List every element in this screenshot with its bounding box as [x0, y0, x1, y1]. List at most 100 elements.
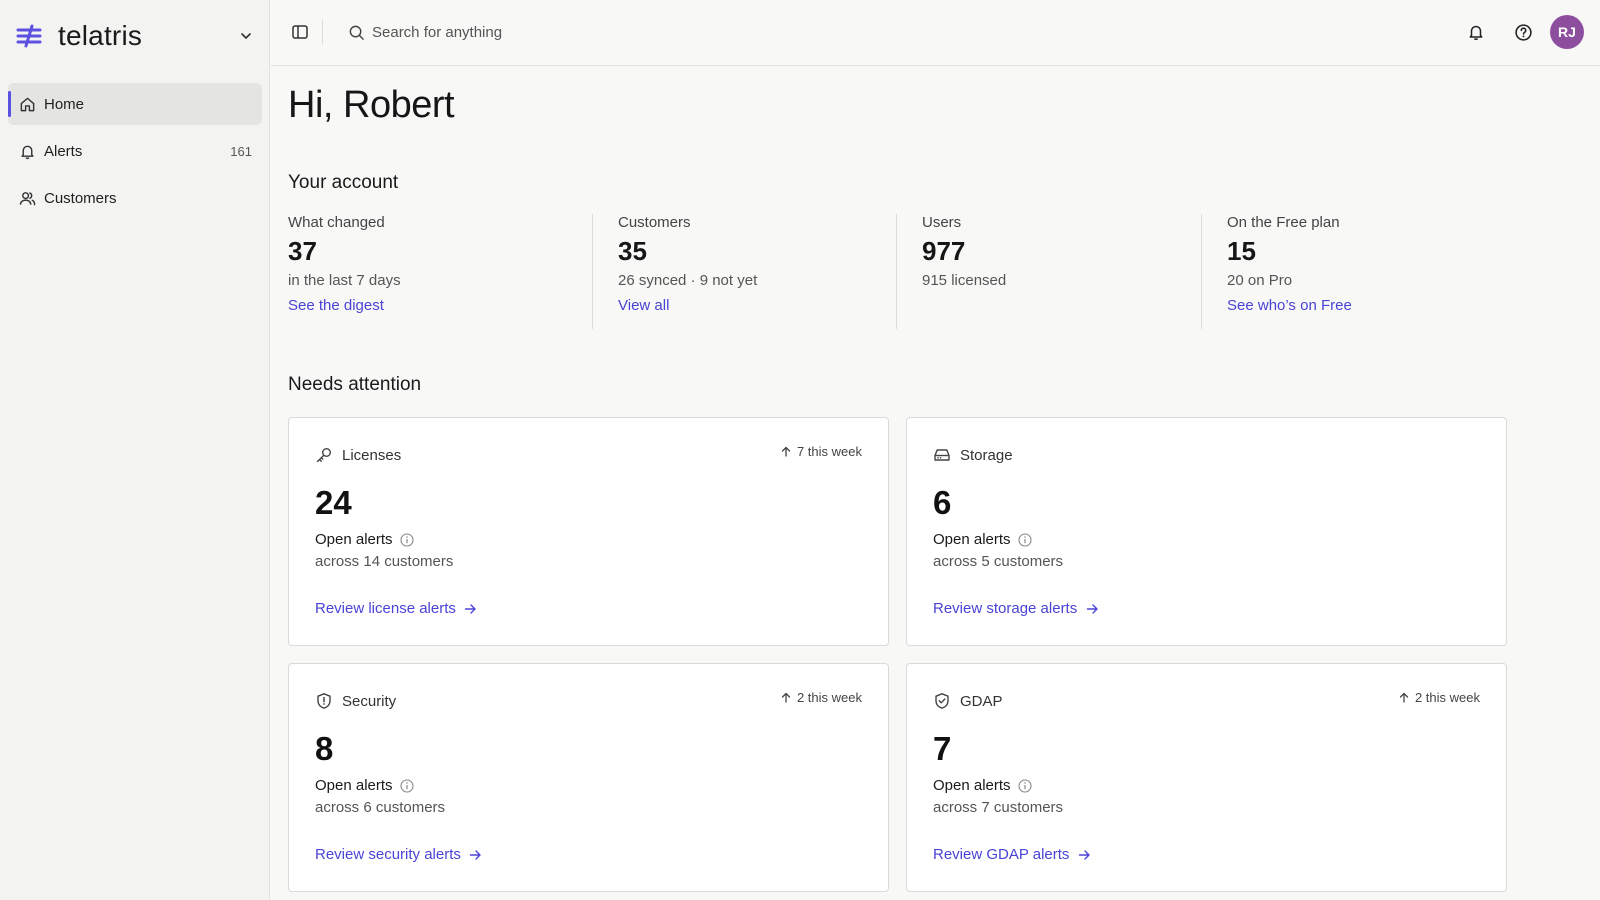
card-metric: Open alerts — [315, 531, 415, 548]
link-label: Review storage alerts — [933, 600, 1078, 617]
sidebar-item-customers[interactable]: Customers — [8, 177, 262, 219]
card-header: GDAP — [933, 690, 1003, 712]
search-input[interactable] — [372, 23, 732, 41]
avatar[interactable]: RJ — [1550, 15, 1584, 49]
shield-check-icon — [933, 692, 951, 710]
stat-label: Customers — [618, 214, 691, 231]
brand-name: telatris — [58, 20, 143, 51]
arrow-right-icon — [1077, 848, 1091, 862]
trend-indicator: 2 this week — [1398, 690, 1480, 705]
link-label: Review license alerts — [315, 600, 456, 617]
info-icon[interactable] — [400, 778, 415, 793]
stat-divider — [1201, 214, 1202, 329]
alert-count: 6 — [933, 484, 952, 521]
card-metric: Open alerts — [933, 531, 1033, 548]
review-security-alerts-link[interactable]: Review security alerts — [315, 846, 483, 863]
users-icon — [18, 189, 36, 207]
trend-label: 2 this week — [1414, 690, 1480, 705]
stat-users: Users 977 915 licensed — [922, 214, 1192, 329]
stat-subtext: 915 licensed — [922, 272, 1007, 289]
stat-value: 977 — [922, 236, 966, 266]
topbar: RJ — [271, 0, 1600, 66]
info-icon[interactable] — [1018, 778, 1033, 793]
metric-label: Open alerts — [933, 531, 1011, 548]
info-icon[interactable] — [1018, 532, 1033, 547]
card-metric: Open alerts — [315, 777, 415, 794]
help-icon[interactable] — [1512, 21, 1534, 43]
sidebar-toggle-icon[interactable] — [289, 21, 311, 43]
card-subtext: across 14 customers — [315, 553, 454, 570]
stat-what-changed: What changed 37 in the last 7 days See t… — [288, 214, 588, 329]
stat-subtext: 26 synced · 9 not yet — [618, 272, 758, 289]
metric-label: Open alerts — [933, 777, 1011, 794]
alert-count: 7 — [933, 730, 952, 767]
page-title: Hi, Robert — [288, 84, 455, 126]
arrow-up-icon — [1398, 692, 1410, 704]
shield-alert-icon — [315, 692, 333, 710]
stat-customers: Customers 35 26 synced · 9 not yet View … — [618, 214, 888, 329]
stat-free-plan: On the Free plan 15 20 on Pro See who’s … — [1227, 214, 1507, 329]
topbar-divider — [322, 20, 323, 44]
sidebar: telatris Home Alerts 161 Customers — [0, 0, 270, 900]
card-metric: Open alerts — [933, 777, 1033, 794]
stat-value: 35 — [618, 236, 647, 266]
sidebar-item-home[interactable]: Home — [8, 83, 262, 125]
review-license-alerts-link[interactable]: Review license alerts — [315, 600, 478, 617]
link-label: Review security alerts — [315, 846, 461, 863]
storage-icon — [933, 446, 951, 464]
arrow-right-icon — [469, 848, 483, 862]
view-all-customers-link[interactable]: View all — [618, 297, 888, 314]
card-header: Security — [315, 690, 396, 712]
arrow-right-icon — [1085, 602, 1099, 616]
stat-label: What changed — [288, 214, 385, 231]
key-icon — [315, 446, 333, 464]
alerts-count-badge: 161 — [230, 143, 252, 159]
sidebar-nav: Home Alerts 161 Customers — [8, 83, 262, 224]
card-security: Security 2 this week 8 Open alerts acros… — [288, 663, 889, 892]
trend-label: 2 this week — [796, 690, 862, 705]
card-header: Storage — [933, 444, 1013, 466]
see-free-plan-link[interactable]: See who’s on Free — [1227, 297, 1507, 314]
telatris-logo-icon — [16, 23, 42, 49]
card-category: GDAP — [960, 692, 1003, 710]
chevron-down-icon[interactable] — [236, 26, 256, 46]
account-stats: What changed 37 in the last 7 days See t… — [288, 214, 1508, 329]
trend-indicator: 7 this week — [780, 444, 862, 459]
info-icon[interactable] — [400, 532, 415, 547]
stat-subtext: 20 on Pro — [1227, 272, 1293, 289]
sidebar-item-label: Alerts — [44, 142, 83, 160]
sidebar-item-alerts[interactable]: Alerts 161 — [8, 130, 262, 172]
search-bar[interactable] — [347, 18, 747, 46]
arrow-up-icon — [780, 446, 792, 458]
arrow-right-icon — [464, 602, 478, 616]
metric-label: Open alerts — [315, 777, 393, 794]
card-subtext: across 5 customers — [933, 553, 1064, 570]
stat-divider — [896, 214, 897, 329]
bell-icon — [18, 142, 36, 160]
card-gdap: GDAP 2 this week 7 Open alerts across 7 … — [906, 663, 1507, 892]
card-subtext: across 6 customers — [315, 799, 446, 816]
card-storage: Storage 6 Open alerts across 5 customers… — [906, 417, 1507, 646]
stat-value: 15 — [1227, 236, 1256, 266]
card-licenses: Licenses 7 this week 24 Open alerts acro… — [288, 417, 889, 646]
search-icon — [347, 23, 365, 41]
sidebar-item-label: Home — [44, 95, 85, 113]
stat-value: 37 — [288, 236, 317, 266]
workspace-switcher[interactable]: telatris — [16, 18, 256, 54]
card-category: Licenses — [342, 446, 402, 464]
see-digest-link[interactable]: See the digest — [288, 297, 588, 314]
section-title-needs-attention: Needs attention — [288, 374, 422, 395]
link-label: Review GDAP alerts — [933, 846, 1070, 863]
home-icon — [18, 95, 36, 113]
metric-label: Open alerts — [315, 531, 393, 548]
review-storage-alerts-link[interactable]: Review storage alerts — [933, 600, 1099, 617]
card-category: Security — [342, 692, 397, 710]
arrow-up-icon — [780, 692, 792, 704]
card-header: Licenses — [315, 444, 401, 466]
review-gdap-alerts-link[interactable]: Review GDAP alerts — [933, 846, 1091, 863]
alert-count: 24 — [315, 484, 352, 521]
stat-label: On the Free plan — [1227, 214, 1340, 231]
card-category: Storage — [960, 446, 1013, 464]
notifications-bell-icon[interactable] — [1465, 21, 1487, 43]
stat-subtext: in the last 7 days — [288, 272, 401, 289]
